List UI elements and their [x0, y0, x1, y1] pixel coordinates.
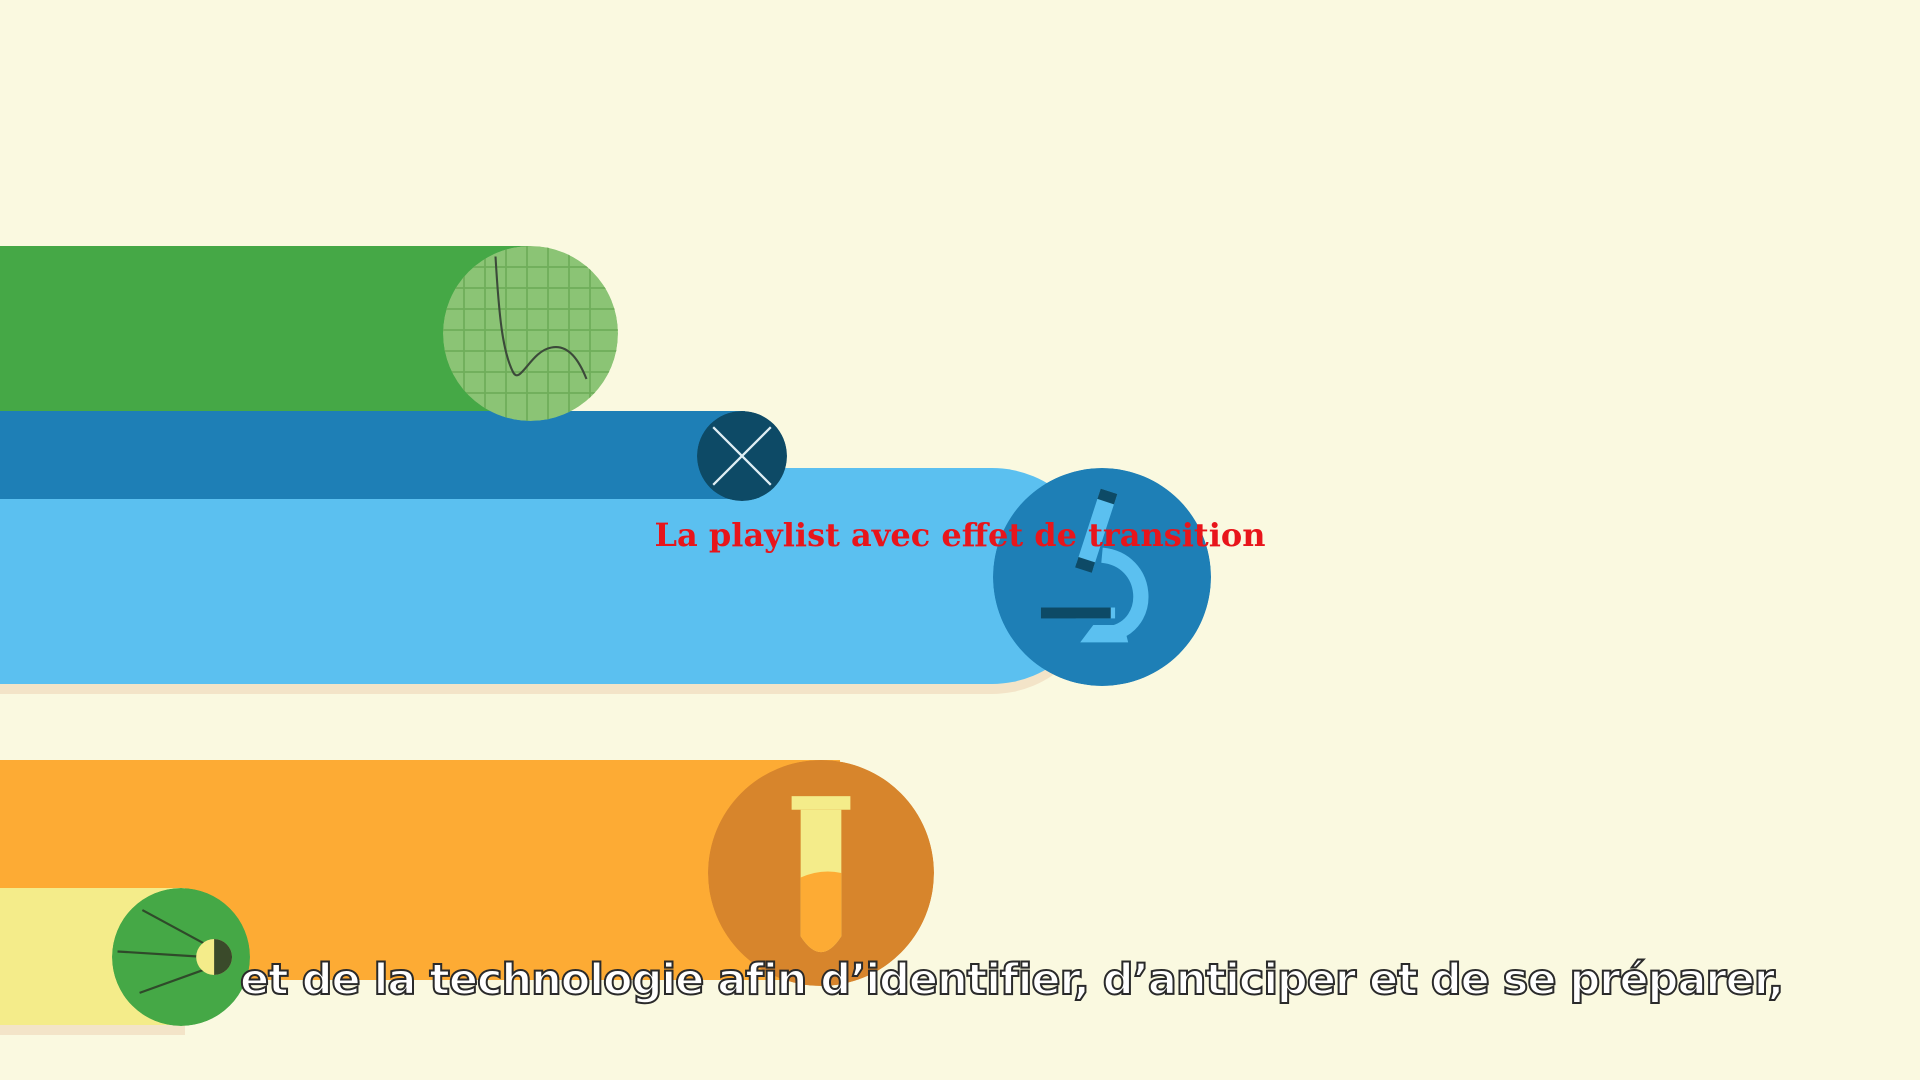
graph-paper-icon [443, 246, 618, 421]
satellite-icon [112, 888, 250, 1026]
subtitle-caption: et de la technologie afin d’identifier, … [239, 954, 1785, 1006]
navy-band [0, 411, 745, 499]
microscope-icon [993, 468, 1211, 686]
sky-blue-band [0, 468, 1100, 684]
overlay-title: La playlist avec effet de transition [654, 516, 1266, 554]
video-frame: La playlist avec effet de transition et … [0, 0, 1920, 1080]
test-tube-icon [708, 760, 934, 986]
cross-icon [697, 411, 787, 501]
